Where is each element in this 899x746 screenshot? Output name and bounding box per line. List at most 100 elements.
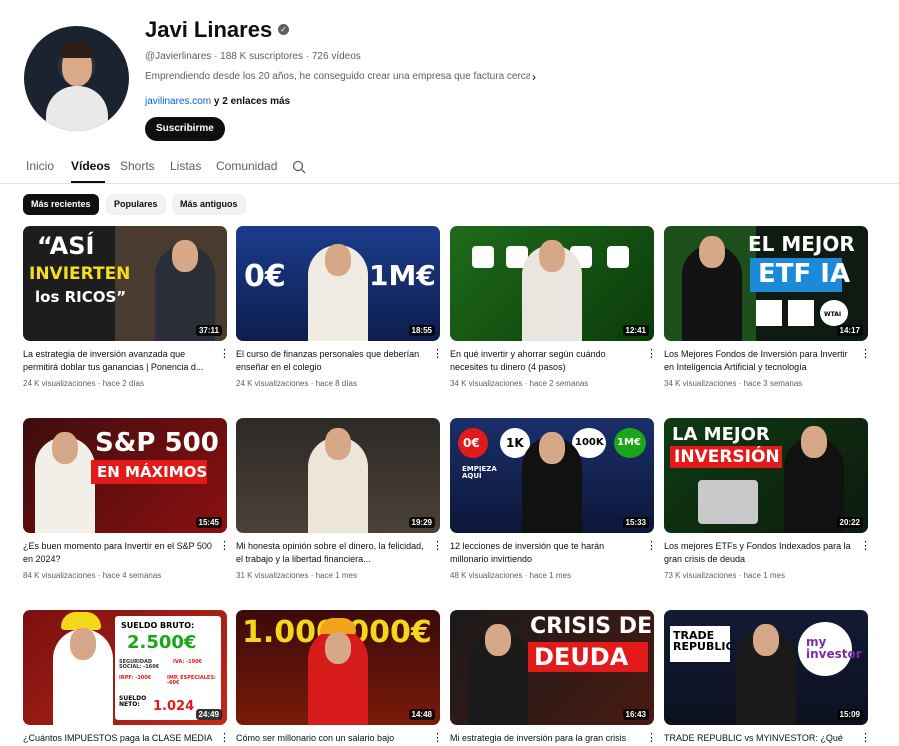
- thumbnail-text: SUELDO BRUTO:: [121, 621, 195, 630]
- video-title[interactable]: Mi estrategia de inversión para la gran …: [450, 732, 640, 745]
- video-duration: 14:48: [408, 709, 435, 720]
- more-options-icon[interactable]: ⋮: [860, 732, 871, 744]
- video-title[interactable]: TRADE REPUBLIC vs MYINVESTOR: ¿Qué: [664, 732, 854, 745]
- tab-inicio[interactable]: Inicio: [26, 159, 54, 173]
- tab-comunidad[interactable]: Comunidad: [216, 159, 277, 173]
- thumbnail-text: EN MÁXIMOS: [97, 463, 208, 481]
- thumbnail-text: CRISIS DE: [530, 614, 653, 639]
- video-title[interactable]: Mi honesta opinión sobre el dinero, la f…: [236, 540, 426, 566]
- video-card[interactable]: EL MEJOR ETF IA WTAI 14:17 Los Mejores F…: [664, 226, 871, 388]
- video-stats: 34 K visualizaciones · hace 2 semanas: [450, 379, 589, 388]
- video-stats: 48 K visualizaciones · hace 1 mes: [450, 571, 571, 580]
- video-thumbnail[interactable]: S&P 500 EN MÁXIMOS 15:45: [23, 418, 227, 533]
- thumbnail-text: INVERSIÓN: [674, 447, 780, 467]
- video-card[interactable]: 0€ 1M€ 18:55 El curso de finanzas person…: [236, 226, 443, 388]
- channel-links: javilinares.com y 2 enlaces más: [145, 96, 290, 107]
- video-card[interactable]: SUELDO BRUTO: 2.500€ SEGURIDAD SOCIAL: -…: [23, 610, 230, 744]
- video-duration: 15:09: [836, 709, 863, 720]
- thumbnail-text: my investor: [806, 635, 862, 661]
- more-options-icon[interactable]: ⋮: [646, 732, 657, 744]
- video-duration: 16:43: [622, 709, 649, 720]
- video-thumbnail[interactable]: 0€ 1K 100K 1M€ EMPIEZA AQUÍ 15:33: [450, 418, 654, 533]
- video-thumbnail[interactable]: 1.000.000€ 14:48: [236, 610, 440, 725]
- video-card[interactable]: S&P 500 EN MÁXIMOS 15:45 ¿Es buen moment…: [23, 418, 230, 580]
- more-options-icon[interactable]: ⋮: [646, 540, 657, 552]
- channel-avatar[interactable]: [24, 26, 129, 131]
- channel-tabs: Inicio Vídeos Shorts Listas Comunidad: [0, 150, 899, 184]
- video-stats: 34 K visualizaciones · hace 3 semanas: [664, 379, 803, 388]
- video-title[interactable]: En qué invertir y ahorrar según cuándo n…: [450, 348, 640, 374]
- active-tab-indicator: [71, 181, 105, 183]
- video-card[interactable]: 1.000.000€ 14:48 Cómo ser millonario con…: [236, 610, 443, 744]
- video-thumbnail[interactable]: 19:29: [236, 418, 440, 533]
- video-card[interactable]: CRISIS DE DEUDA 16:43 Mi estrategia de i…: [450, 610, 657, 744]
- more-options-icon[interactable]: ⋮: [219, 540, 230, 552]
- video-thumbnail[interactable]: SUELDO BRUTO: 2.500€ SEGURIDAD SOCIAL: -…: [23, 610, 227, 725]
- thumbnail-text: IVA: -190€: [173, 659, 203, 665]
- more-options-icon[interactable]: ⋮: [646, 348, 657, 360]
- video-stats: 24 K visualizaciones · hace 2 días: [23, 379, 144, 388]
- tab-videos[interactable]: Vídeos: [71, 159, 110, 173]
- video-title[interactable]: 12 lecciones de inversión que te harán m…: [450, 540, 640, 566]
- tab-shorts[interactable]: Shorts: [120, 159, 155, 173]
- thumbnail-text: WTAI: [824, 311, 842, 318]
- thumbnail-text: IRPF: -300€: [119, 675, 152, 681]
- video-title[interactable]: Cómo ser millonario con un salario bajo: [236, 732, 426, 745]
- video-duration: 12:41: [622, 325, 649, 336]
- thumbnail-text: ETF IA: [758, 259, 851, 289]
- video-thumbnail[interactable]: 12:41: [450, 226, 654, 341]
- video-title[interactable]: ¿Es buen momento para Invertir en el S&P…: [23, 540, 213, 566]
- thumbnail-text: “ASÍ: [37, 232, 95, 260]
- tab-listas[interactable]: Listas: [170, 159, 201, 173]
- video-duration: 15:33: [622, 517, 649, 528]
- chip-populares[interactable]: Populares: [106, 194, 166, 215]
- more-links-link[interactable]: y 2 enlaces más: [214, 96, 290, 107]
- video-thumbnail[interactable]: TRADE REPUBLIC my investor 15:09: [664, 610, 868, 725]
- video-stats: 24 K visualizaciones · hace 8 días: [236, 379, 357, 388]
- channel-website-link[interactable]: javilinares.com: [145, 96, 211, 107]
- video-thumbnail[interactable]: 0€ 1M€ 18:55: [236, 226, 440, 341]
- chip-mas-antiguos[interactable]: Más antiguos: [172, 194, 246, 215]
- video-thumbnail[interactable]: LA MEJOR INVERSIÓN 20:22: [664, 418, 868, 533]
- thumbnail-text: S&P 500: [95, 428, 219, 458]
- video-duration: 18:55: [408, 325, 435, 336]
- video-thumbnail[interactable]: EL MEJOR ETF IA WTAI 14:17: [664, 226, 868, 341]
- video-duration: 14:17: [836, 325, 863, 336]
- video-duration: 37:11: [195, 325, 222, 336]
- more-options-icon[interactable]: ⋮: [219, 348, 230, 360]
- more-options-icon[interactable]: ⋮: [860, 348, 871, 360]
- channel-description[interactable]: Emprendiendo desde los 20 años, he conse…: [145, 71, 530, 82]
- video-title[interactable]: El curso de finanzas personales que debe…: [236, 348, 426, 374]
- video-card[interactable]: LA MEJOR INVERSIÓN 20:22 Los mejores ETF…: [664, 418, 871, 580]
- thumbnail-text: 1.024: [153, 699, 195, 714]
- more-options-icon[interactable]: ⋮: [432, 348, 443, 360]
- video-stats: 84 K visualizaciones · hace 4 semanas: [23, 571, 162, 580]
- more-options-icon[interactable]: ⋮: [432, 540, 443, 552]
- thumbnail-text: LA MEJOR: [672, 424, 770, 445]
- video-card[interactable]: “ASÍ INVIERTEN los RICOS” 37:11 La estra…: [23, 226, 230, 388]
- video-thumbnail[interactable]: “ASÍ INVIERTEN los RICOS” 37:11: [23, 226, 227, 341]
- search-icon[interactable]: [292, 160, 306, 174]
- video-duration: 19:29: [408, 517, 435, 528]
- video-title[interactable]: ¿Cuántos IMPUESTOS paga la CLASE MEDIA: [23, 732, 213, 745]
- channel-header: Javi Linares ✓ @Javierlinares · 188 K su…: [0, 0, 899, 150]
- video-title[interactable]: La estrategia de inversión avanzada que …: [23, 348, 213, 374]
- video-card[interactable]: 19:29 Mi honesta opinión sobre el dinero…: [236, 418, 443, 580]
- video-title[interactable]: Los Mejores Fondos de Inversión para Inv…: [664, 348, 854, 374]
- thumbnail-text: DEUDA: [534, 643, 629, 671]
- video-card[interactable]: 12:41 En qué invertir y ahorrar según cu…: [450, 226, 657, 388]
- chip-mas-recientes[interactable]: Más recientes: [23, 194, 99, 215]
- more-options-icon[interactable]: ⋮: [432, 732, 443, 744]
- more-options-icon[interactable]: ⋮: [219, 732, 230, 744]
- video-duration: 24:49: [195, 709, 222, 720]
- thumbnail-text: los RICOS”: [35, 288, 127, 306]
- video-card[interactable]: 0€ 1K 100K 1M€ EMPIEZA AQUÍ 15:33 12 lec…: [450, 418, 657, 580]
- subscribe-button[interactable]: Suscribirme: [145, 117, 225, 141]
- chevron-right-icon[interactable]: ›: [532, 70, 536, 84]
- verified-check-icon: ✓: [278, 24, 289, 35]
- video-thumbnail[interactable]: CRISIS DE DEUDA 16:43: [450, 610, 654, 725]
- more-options-icon[interactable]: ⋮: [860, 540, 871, 552]
- video-title[interactable]: Los mejores ETFs y Fondos Indexados para…: [664, 540, 854, 566]
- thumbnail-text: EMPIEZA AQUÍ: [462, 465, 497, 480]
- video-card[interactable]: TRADE REPUBLIC my investor 15:09 TRADE R…: [664, 610, 871, 744]
